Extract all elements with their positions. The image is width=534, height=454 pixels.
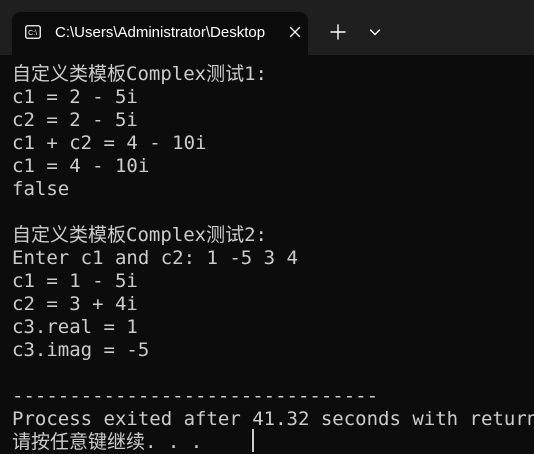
tab-dropdown-button[interactable] <box>362 19 388 45</box>
terminal-window: C:\ C:\Users\Administrator\Desktop 自定义类模… <box>0 0 534 454</box>
console-line: -------------------------------- <box>12 385 379 407</box>
console-line: false <box>12 178 70 200</box>
console-line: c2 = 3 + 4i <box>12 293 138 315</box>
close-icon[interactable] <box>287 24 303 40</box>
text-cursor <box>252 429 254 452</box>
console-line: c1 = 4 - 10i <box>12 155 150 177</box>
console-line: c1 = 1 - 5i <box>12 270 138 292</box>
console-line: 自定义类模板Complex测试2: <box>12 224 267 246</box>
tab-title: C:\Users\Administrator\Desktop <box>55 24 266 41</box>
plus-icon <box>330 24 346 40</box>
console-line: c1 + c2 = 4 - 10i <box>12 132 207 154</box>
console-line: c3.real = 1 <box>12 316 138 338</box>
console-line: c1 = 2 - 5i <box>12 86 138 108</box>
console-output[interactable]: 自定义类模板Complex测试1: c1 = 2 - 5i c2 = 2 - 5… <box>12 63 534 454</box>
console-line: 请按任意键继续. . . <box>12 431 203 453</box>
console-line: Enter c1 and c2: 1 -5 3 4 <box>12 247 298 269</box>
chevron-down-icon <box>369 29 381 36</box>
console-line: c2 = 2 - 5i <box>12 109 138 131</box>
svg-text:C:\: C:\ <box>28 30 37 37</box>
terminal-icon: C:\ <box>25 25 41 39</box>
title-bar: C:\ C:\Users\Administrator\Desktop <box>0 0 534 55</box>
console-line: 自定义类模板Complex测试1: <box>12 63 267 85</box>
new-tab-button[interactable] <box>325 19 351 45</box>
terminal-tab[interactable]: C:\ C:\Users\Administrator\Desktop <box>12 12 308 55</box>
console-line: c3.imag = -5 <box>12 339 150 361</box>
console-line: Process exited after 41.32 seconds with … <box>12 408 534 430</box>
